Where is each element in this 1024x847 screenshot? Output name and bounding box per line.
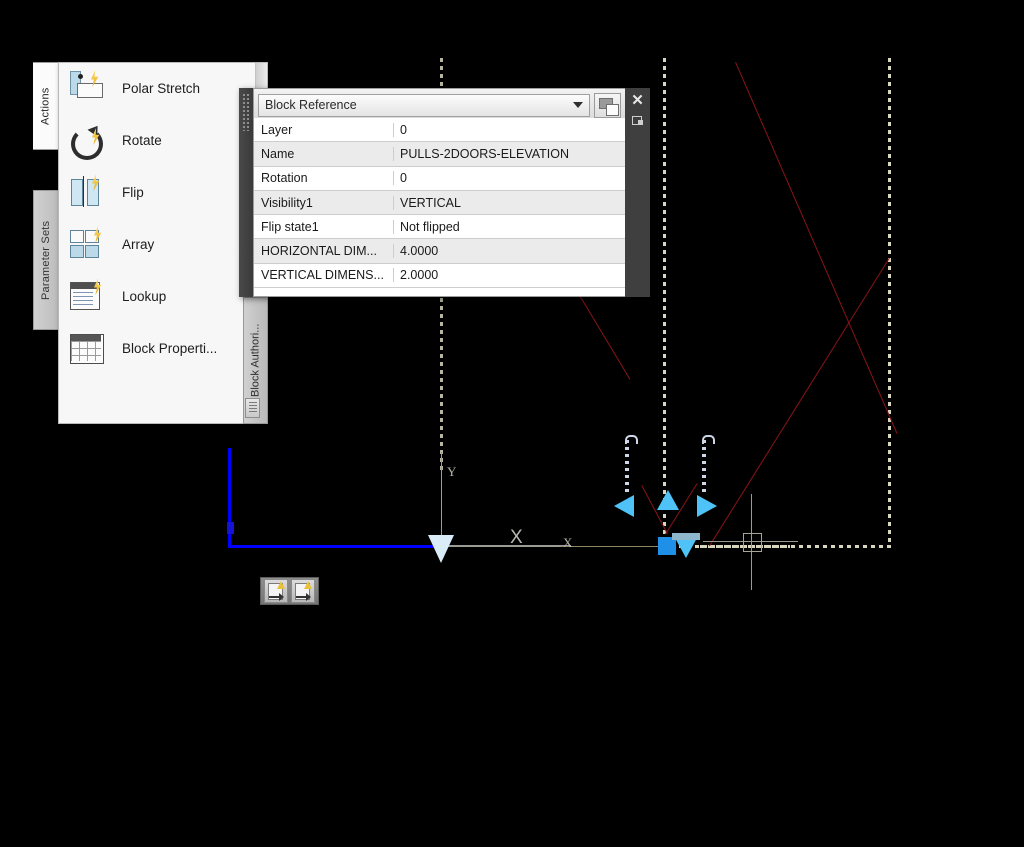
property-row[interactable]: Visibility1VERTICAL bbox=[254, 191, 625, 215]
properties-grid[interactable]: Layer0NamePULLS-2DOORS-ELEVATIONRotation… bbox=[254, 118, 625, 296]
grip-arrow-up[interactable] bbox=[657, 490, 679, 510]
object-type-label: Block Reference bbox=[265, 98, 573, 112]
properties-header: Block Reference bbox=[254, 89, 625, 118]
mini-toolbar-button-2[interactable] bbox=[291, 579, 315, 603]
ucs-y-axis-label: Y bbox=[447, 464, 456, 480]
select-objects-button[interactable] bbox=[594, 93, 621, 118]
chevron-down-icon bbox=[573, 102, 583, 108]
property-value[interactable]: 0 bbox=[394, 171, 625, 185]
lightning-icon bbox=[277, 581, 285, 589]
mini-toolbar-button-1[interactable] bbox=[264, 579, 288, 603]
property-value[interactable]: 0 bbox=[394, 123, 625, 137]
palette-body: Polar Stretch Rotate Flip bbox=[58, 62, 268, 424]
properties-palette[interactable]: Block Reference Layer0NamePULLS-2DOORS-E… bbox=[239, 88, 650, 297]
action-item-flip[interactable]: Flip bbox=[59, 167, 267, 219]
action-item-polar-stretch[interactable]: Polar Stretch bbox=[59, 63, 267, 115]
block-properties-table-icon bbox=[69, 330, 109, 368]
property-row[interactable]: HORIZONTAL DIM...4.0000 bbox=[254, 239, 625, 263]
object-type-dropdown[interactable]: Block Reference bbox=[258, 94, 590, 117]
grip-dots-icon bbox=[242, 93, 250, 131]
property-row[interactable]: VERTICAL DIMENS...2.0000 bbox=[254, 264, 625, 288]
properties-side-buttons[interactable]: ✕ bbox=[625, 88, 650, 297]
polyline-grip[interactable] bbox=[227, 522, 234, 534]
action-label: Block Properti... bbox=[122, 341, 217, 356]
property-row[interactable]: Flip state1Not flipped bbox=[254, 215, 625, 239]
action-item-rotate[interactable]: Rotate bbox=[59, 115, 267, 167]
property-row[interactable]: NamePULLS-2DOORS-ELEVATION bbox=[254, 142, 625, 166]
property-key: Flip state1 bbox=[254, 220, 394, 234]
array-icon bbox=[69, 226, 109, 264]
action-item-block-properties-table[interactable]: Block Properti... bbox=[59, 323, 267, 375]
grip-arrow-down[interactable] bbox=[675, 538, 697, 558]
block-authoring-palette[interactable]: Actions Parameter Sets Polar Stretch Rot… bbox=[33, 62, 268, 424]
grip-arrow-left[interactable] bbox=[614, 495, 634, 517]
blip-marker: X bbox=[510, 528, 523, 547]
property-value[interactable]: PULLS-2DOORS-ELEVATION bbox=[394, 147, 625, 161]
property-key: HORIZONTAL DIM... bbox=[254, 244, 394, 258]
palette-tab-strip[interactable]: Actions Parameter Sets bbox=[33, 62, 59, 424]
property-row[interactable]: Layer0 bbox=[254, 118, 625, 142]
property-value[interactable]: VERTICAL bbox=[394, 196, 625, 210]
grip-arrow-right[interactable] bbox=[697, 495, 717, 517]
action-label: Lookup bbox=[122, 289, 166, 304]
property-value[interactable]: Not flipped bbox=[394, 220, 625, 234]
ucs-origin-grip[interactable] bbox=[428, 535, 454, 563]
polar-stretch-icon bbox=[69, 70, 109, 108]
pickbox bbox=[743, 533, 762, 552]
palette-resize-grip[interactable] bbox=[245, 398, 260, 418]
action-label: Rotate bbox=[122, 133, 162, 148]
properties-drag-handle[interactable] bbox=[239, 88, 253, 297]
property-row[interactable]: Rotation0 bbox=[254, 167, 625, 191]
action-item-array[interactable]: Array bbox=[59, 219, 267, 271]
property-key: Layer bbox=[254, 123, 394, 137]
lookup-icon bbox=[69, 278, 109, 316]
close-icon[interactable]: ✕ bbox=[631, 93, 644, 108]
lightning-icon bbox=[304, 581, 312, 589]
stretch-indicator-left bbox=[620, 434, 636, 498]
ucs-x-axis bbox=[441, 546, 561, 547]
property-key: Rotation bbox=[254, 171, 394, 185]
grip-down-cap bbox=[672, 533, 700, 540]
ucs-x-axis-label: X bbox=[563, 535, 572, 551]
property-value[interactable]: 2.0000 bbox=[394, 268, 625, 282]
property-value[interactable]: 4.0000 bbox=[394, 244, 625, 258]
construction-line-1 bbox=[735, 62, 897, 434]
property-key: VERTICAL DIMENS... bbox=[254, 268, 394, 282]
action-item-lookup[interactable]: Lookup bbox=[59, 271, 267, 323]
rotate-icon bbox=[69, 122, 109, 160]
ucs-y-axis bbox=[441, 452, 442, 546]
palette-tab-parameter-sets[interactable]: Parameter Sets bbox=[33, 190, 59, 330]
action-label: Flip bbox=[122, 185, 144, 200]
action-label: Array bbox=[122, 237, 154, 252]
block-outline-vertical-left bbox=[663, 58, 666, 548]
block-outline-vertical-right bbox=[888, 58, 891, 548]
properties-main: Block Reference Layer0NamePULLS-2DOORS-E… bbox=[253, 88, 625, 297]
auto-hide-icon[interactable] bbox=[632, 114, 643, 125]
property-key: Name bbox=[254, 147, 394, 161]
grip-mini-toolbar[interactable] bbox=[260, 577, 319, 605]
property-key: Visibility1 bbox=[254, 196, 394, 210]
flip-icon bbox=[69, 174, 109, 212]
stretch-indicator-right bbox=[697, 434, 713, 498]
selected-polyline-horizontal[interactable] bbox=[228, 545, 441, 548]
action-label: Polar Stretch bbox=[122, 81, 200, 96]
palette-tab-actions[interactable]: Actions bbox=[33, 62, 59, 150]
construction-line-3 bbox=[709, 257, 890, 546]
